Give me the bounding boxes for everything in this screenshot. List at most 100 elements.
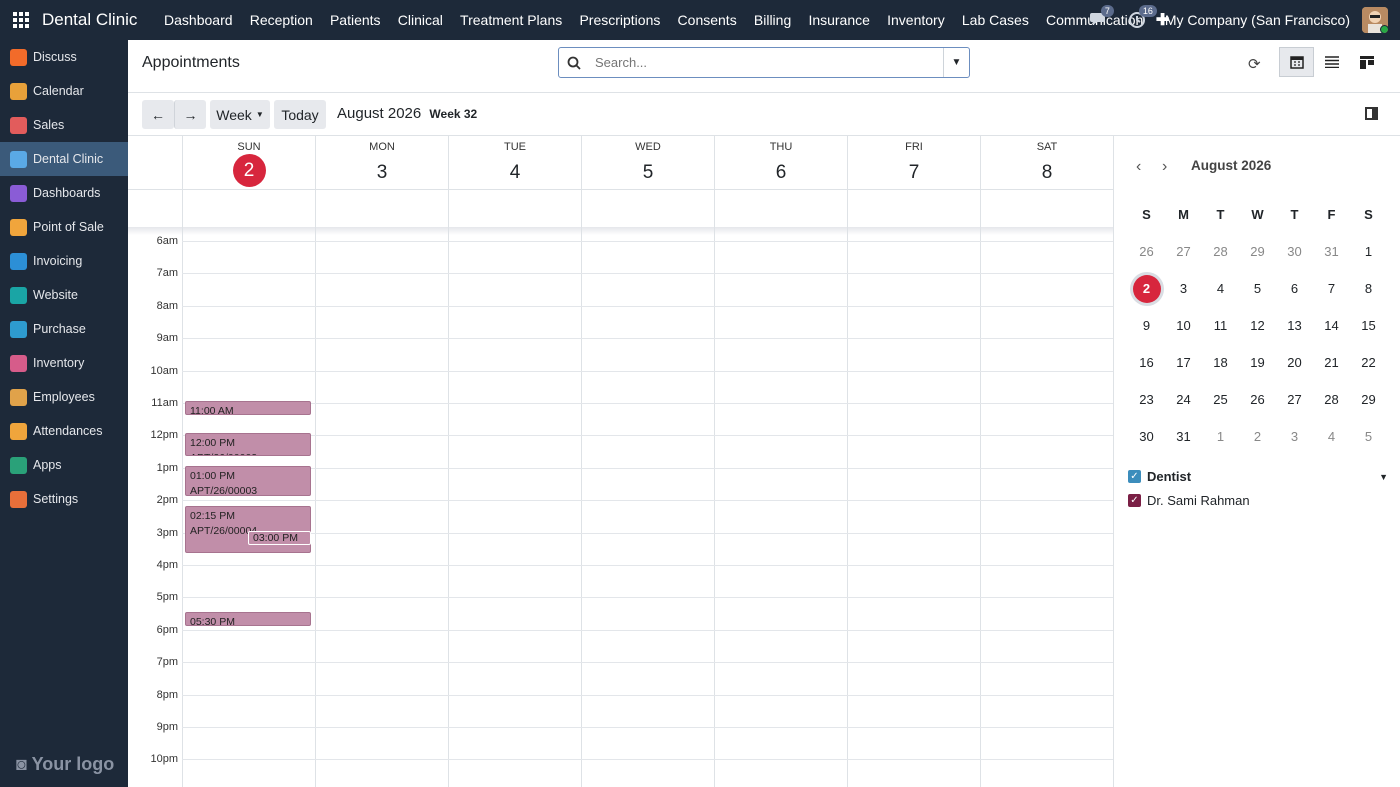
dentist-checkbox[interactable]: ✓	[1128, 470, 1141, 483]
mini-day[interactable]: 10	[1165, 318, 1202, 333]
next-button[interactable]: →	[174, 100, 206, 129]
topnav-item[interactable]: Inventory	[879, 12, 954, 28]
refresh-icon[interactable]: ⟳	[1248, 55, 1261, 73]
mini-day[interactable]: 26	[1239, 392, 1276, 407]
search-input[interactable]	[589, 48, 943, 77]
caret-down-icon[interactable]: ▼	[1379, 472, 1388, 482]
mini-day[interactable]: 31	[1313, 244, 1350, 259]
attendee-checkbox[interactable]: ✓	[1128, 494, 1141, 507]
mini-day[interactable]: 2	[1128, 274, 1165, 303]
messages-icon[interactable]: 7	[1089, 5, 1114, 31]
appointment-event[interactable]: 01:00 PM APT/26/00003	[185, 465, 311, 497]
day-header[interactable]: MON 3	[315, 136, 448, 189]
day-header[interactable]: FRI 7	[847, 136, 980, 189]
sidebar-item-dental-clinic[interactable]: Dental Clinic	[0, 142, 128, 176]
mini-day[interactable]: 26	[1128, 244, 1165, 259]
appointment-event[interactable]: 03:00 PM	[248, 530, 311, 545]
mini-day[interactable]: 4	[1313, 429, 1350, 444]
mini-day[interactable]: 4	[1202, 281, 1239, 296]
sidebar-item-attendances[interactable]: Attendances	[0, 414, 128, 448]
mini-day[interactable]: 11	[1202, 318, 1239, 333]
mini-day[interactable]: 29	[1239, 244, 1276, 259]
dentist-filter-header[interactable]: ✓ Dentist ▼	[1128, 469, 1388, 484]
mini-day[interactable]: 3	[1276, 429, 1313, 444]
mini-day[interactable]: 7	[1313, 281, 1350, 296]
sidebar-item-sales[interactable]: Sales	[0, 108, 128, 142]
mini-day[interactable]: 9	[1128, 318, 1165, 333]
mini-day[interactable]: 8	[1350, 281, 1387, 296]
mini-day[interactable]: 5	[1350, 429, 1387, 444]
topnav-item[interactable]: Insurance	[800, 12, 879, 28]
mini-day[interactable]: 30	[1128, 429, 1165, 444]
day-header[interactable]: SUN 2	[182, 136, 315, 189]
mini-day[interactable]: 28	[1313, 392, 1350, 407]
appointment-event[interactable]: 02:15 PM APT/26/00004	[185, 506, 311, 553]
mini-prev-icon[interactable]: ‹	[1136, 158, 1141, 176]
sidebar-item-inventory[interactable]: Inventory	[0, 346, 128, 380]
mini-day[interactable]: 27	[1165, 244, 1202, 259]
topnav-item[interactable]: Treatment Plans	[451, 12, 570, 28]
mini-day[interactable]: 5	[1239, 281, 1276, 296]
user-avatar[interactable]	[1362, 7, 1388, 33]
mini-day[interactable]: 14	[1313, 318, 1350, 333]
mini-day[interactable]: 24	[1165, 392, 1202, 407]
topnav-item[interactable]: Billing	[745, 12, 800, 28]
mini-day[interactable]: 6	[1276, 281, 1313, 296]
sidebar-item-invoicing[interactable]: Invoicing	[0, 244, 128, 278]
mini-day[interactable]: 18	[1202, 355, 1239, 370]
app-title[interactable]: Dental Clinic	[42, 10, 137, 30]
mini-day[interactable]: 27	[1276, 392, 1313, 407]
mini-day[interactable]: 1	[1202, 429, 1239, 444]
mini-day[interactable]: 2	[1239, 429, 1276, 444]
topnav-item[interactable]: Clinical	[389, 12, 451, 28]
sidebar-item-purchase[interactable]: Purchase	[0, 312, 128, 346]
previous-button[interactable]: ←	[142, 100, 174, 129]
sidebar-item-settings[interactable]: Settings	[0, 482, 128, 516]
side-panel-toggle-icon[interactable]	[1365, 107, 1378, 120]
mini-day[interactable]: 20	[1276, 355, 1313, 370]
mini-next-icon[interactable]: ›	[1162, 158, 1167, 176]
topnav-item[interactable]: Prescriptions	[571, 12, 669, 28]
mini-day[interactable]: 19	[1239, 355, 1276, 370]
mini-day[interactable]: 29	[1350, 392, 1387, 407]
list-view-button[interactable]	[1314, 47, 1349, 77]
sidebar-item-employees[interactable]: Employees	[0, 380, 128, 414]
sidebar-item-website[interactable]: Website	[0, 278, 128, 312]
day-header[interactable]: TUE 4	[448, 136, 581, 189]
mini-day[interactable]: 3	[1165, 281, 1202, 296]
sidebar-item-dashboards[interactable]: Dashboards	[0, 176, 128, 210]
day-header[interactable]: SAT 8	[980, 136, 1113, 189]
kanban-view-button[interactable]	[1349, 47, 1384, 77]
mini-day[interactable]: 25	[1202, 392, 1239, 407]
mini-day[interactable]: 31	[1165, 429, 1202, 444]
topnav-item[interactable]: Dashboard	[155, 12, 241, 28]
mini-day[interactable]: 1	[1350, 244, 1387, 259]
day-header[interactable]: WED 5	[581, 136, 714, 189]
mini-day[interactable]: 16	[1128, 355, 1165, 370]
appointment-event[interactable]: 11:00 AM	[185, 401, 311, 416]
all-day-row[interactable]	[128, 189, 1113, 227]
mini-day[interactable]: 28	[1202, 244, 1239, 259]
topnav-item[interactable]: Lab Cases	[953, 12, 1037, 28]
sidebar-item-calendar[interactable]: Calendar	[0, 74, 128, 108]
topnav-item[interactable]: Patients	[321, 12, 389, 28]
mini-day[interactable]: 12	[1239, 318, 1276, 333]
appointment-event[interactable]: 05:30 PM	[185, 611, 311, 626]
topnav-item[interactable]: Reception	[241, 12, 321, 28]
mini-day[interactable]: 15	[1350, 318, 1387, 333]
day-header[interactable]: THU 6	[714, 136, 847, 189]
appointment-event[interactable]: 12:00 PMAPT/26/00002	[185, 433, 311, 456]
today-button[interactable]: Today	[274, 100, 326, 129]
calendar-view-button[interactable]	[1279, 47, 1314, 77]
mini-day[interactable]: 21	[1313, 355, 1350, 370]
search-options-toggle[interactable]: ▼	[943, 48, 969, 77]
mini-day[interactable]: 30	[1276, 244, 1313, 259]
apps-menu-icon[interactable]	[0, 0, 42, 40]
sidebar-item-apps[interactable]: Apps	[0, 448, 128, 482]
mini-day[interactable]: 22	[1350, 355, 1387, 370]
company-switcher[interactable]: My Company (San Francisco)	[1165, 12, 1350, 28]
attendee-filter[interactable]: ✓ Dr. Sami Rahman	[1128, 493, 1388, 508]
scale-dropdown[interactable]: Week ▼	[210, 100, 270, 129]
sidebar-item-point-of-sale[interactable]: Point of Sale	[0, 210, 128, 244]
mini-day[interactable]: 23	[1128, 392, 1165, 407]
